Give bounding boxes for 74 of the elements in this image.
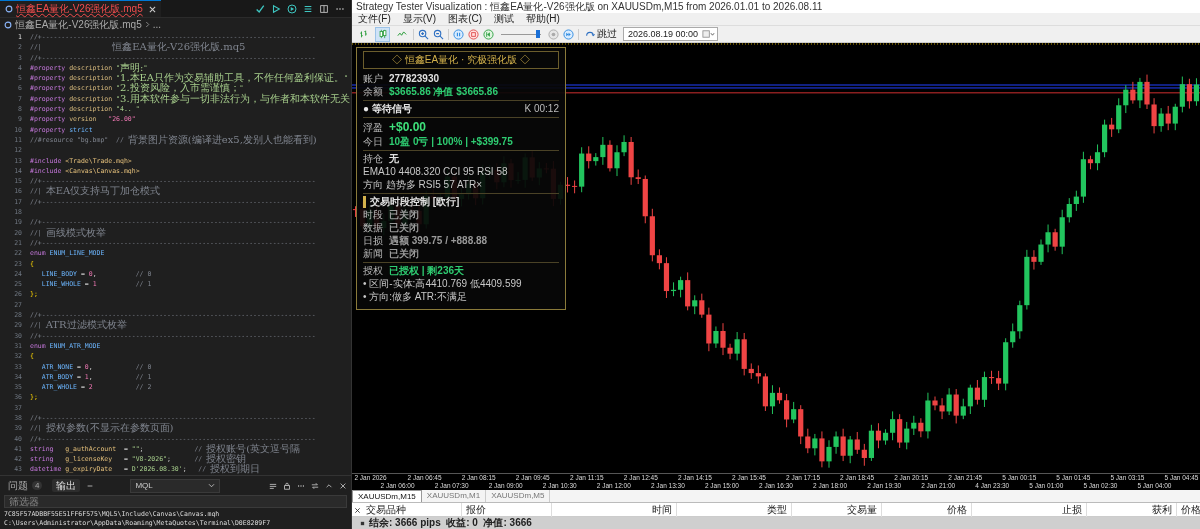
filter-field[interactable]: 筛选器 xyxy=(4,495,347,508)
split-editor-icon[interactable] xyxy=(319,3,329,14)
info-label: 浮盈 xyxy=(363,121,383,135)
info-text: EMA10 4408.320 CCI 95 RSI 58 xyxy=(363,166,509,178)
info-value: 10盈 0亏 | 100% | +$399.75 xyxy=(389,136,513,148)
line-chart-icon xyxy=(396,29,407,39)
info-label: 日损 xyxy=(363,235,383,247)
info-value: +$0.00 xyxy=(389,120,427,135)
pause-button[interactable] xyxy=(453,28,464,40)
chevron-icon xyxy=(144,21,150,28)
info-label: 新闻 xyxy=(363,248,383,260)
info-value: 遇额 399.75 / +888.88 xyxy=(389,235,488,247)
breadcrumb-item[interactable]: ... xyxy=(152,19,162,30)
zoom-in-icon[interactable] xyxy=(418,28,429,40)
chart-tab[interactable]: XAUUSDm,M15 xyxy=(352,490,422,502)
panel-tab[interactable]: 问题 4 xyxy=(4,479,47,492)
channel-dropdown[interactable]: MQL xyxy=(130,478,221,493)
swap-icon[interactable] xyxy=(311,481,319,490)
section-heading: 交易时段控制 [欧行] xyxy=(363,196,559,208)
balance-summary: 结余: 3666 pips 收益: 0 净值: 3666 xyxy=(369,516,532,529)
speed-slider[interactable] xyxy=(501,29,541,39)
run-icon[interactable] xyxy=(287,3,297,14)
check-icon[interactable] xyxy=(255,3,265,14)
menu-item[interactable]: 测试 xyxy=(494,12,514,26)
info-label: 余额 xyxy=(363,86,383,98)
close-icon[interactable] xyxy=(354,506,361,514)
info-value: 无 xyxy=(389,153,399,165)
info-value: 277823930 xyxy=(389,73,440,85)
menu-item[interactable]: 显示(V) xyxy=(402,12,437,26)
list-icon[interactable] xyxy=(303,3,313,14)
chart-tab[interactable]: XAUUSDm,M5 xyxy=(486,490,551,502)
window-title: Strategy Tester Visualization : 恒鑫EA量化-V26强化版 on XAUUSDm,M15 from 2026.01.01 to 2026.08.11 xyxy=(352,0,1200,13)
menu-item[interactable]: 帮助(H) xyxy=(526,12,560,26)
lock-icon[interactable] xyxy=(283,481,291,490)
candlestick-icon xyxy=(377,29,388,39)
signal-status: ● 等待信号 xyxy=(363,103,412,115)
chart-tab[interactable]: XAUUSDm,M1 xyxy=(421,490,487,502)
date-field[interactable]: 2026.08.19 00:00 xyxy=(623,27,719,41)
bullet-icon xyxy=(360,520,365,526)
zoom-out-icon[interactable] xyxy=(433,28,444,40)
info-value: 已关闭 xyxy=(389,248,419,260)
menu-item[interactable]: 图表(C) xyxy=(448,12,482,26)
info-label: 持仓 xyxy=(363,153,383,165)
editor-tab[interactable]: 恒鑫EA量化-V26强化版.mq5 xyxy=(0,0,161,17)
bar-chart-icon xyxy=(358,29,369,39)
info-text: 方向 趋势多 RSI5 57 ATR× xyxy=(363,179,483,191)
info-label: 数据 xyxy=(363,222,383,234)
menu-item[interactable]: 文件(F) xyxy=(358,12,391,26)
breadcrumb-item[interactable]: 恒鑫EA量化-V26强化版.mq5 xyxy=(15,17,142,32)
speed-slider-thumb[interactable] xyxy=(536,30,541,38)
info-text: • 区间-实体:高4410.769 低4409.599 xyxy=(363,278,523,290)
skip-icon xyxy=(585,29,595,39)
info-value: 已关闭 xyxy=(389,209,419,221)
calendar-dropdown-icon[interactable] xyxy=(702,30,716,38)
timer-value: K 00:12 xyxy=(524,103,559,115)
panel-title: ◇ 恒鑫EA量化 · 究极强化版 ◇ xyxy=(363,51,559,69)
step-button[interactable] xyxy=(483,28,494,40)
info-value: $3665.86 净值 $3665.86 xyxy=(389,86,498,98)
info-label: 账户 xyxy=(363,73,383,85)
info-label: 授权 xyxy=(363,265,383,277)
info-label: 时段 xyxy=(363,209,383,221)
play-icon[interactable] xyxy=(271,3,281,14)
chevron-up-icon[interactable] xyxy=(325,481,333,490)
info-value: 已关闭 xyxy=(389,222,419,234)
info-text: • 方向:做多 ATR:不满足 xyxy=(363,291,468,303)
skip-button[interactable]: 跳过 xyxy=(583,27,619,41)
info-label: 今日 xyxy=(363,136,383,148)
info-value: 已授权 | 剩236天 xyxy=(389,265,465,277)
stop-button[interactable] xyxy=(468,28,479,40)
candlestick-button[interactable] xyxy=(375,26,390,42)
panel-tab[interactable]: 输出 xyxy=(52,479,81,492)
fast-forward-button[interactable] xyxy=(563,28,574,40)
filter-list-icon[interactable] xyxy=(269,481,277,490)
chevron-icon xyxy=(208,483,216,488)
